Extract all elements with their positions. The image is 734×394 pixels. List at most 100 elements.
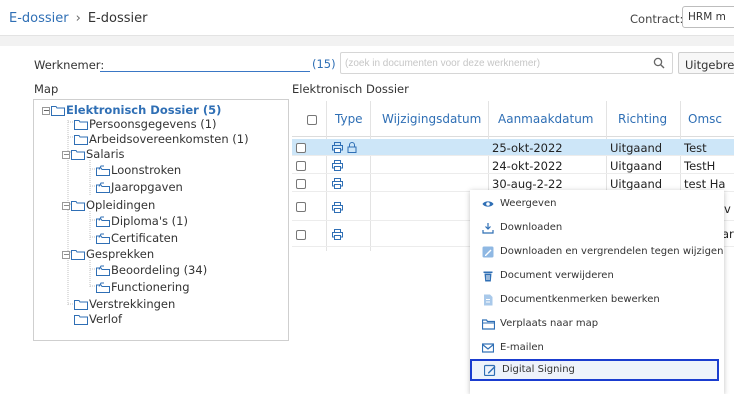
menu-item-label: E-mailen bbox=[500, 342, 544, 353]
menu-item-weergeven[interactable]: Weergeven bbox=[470, 193, 724, 215]
cell-omschrijving: v bbox=[724, 202, 731, 216]
cell-aanmaakdatum: 25-okt-2022 bbox=[492, 141, 563, 155]
trash-icon bbox=[483, 271, 493, 282]
open-folder-icon bbox=[96, 265, 110, 276]
print-icon bbox=[332, 142, 343, 153]
tree-node-label: Functionering bbox=[111, 280, 190, 294]
row-checkbox[interactable] bbox=[296, 161, 306, 171]
tree-node-elektronisch-dossier[interactable]: − Elektronisch Dossier (5) bbox=[42, 103, 221, 118]
folder-tree: − Elektronisch Dossier (5) Persoonsgegeve… bbox=[33, 99, 289, 341]
cell-omschrijving: test Ha bbox=[684, 177, 726, 191]
row-checkbox[interactable] bbox=[296, 179, 306, 189]
folder-icon bbox=[71, 201, 85, 211]
menu-item-downloaden-vergrendelen[interactable]: Downloaden en vergrendelen tegen wijzige… bbox=[470, 241, 724, 263]
breadcrumb-root-link[interactable]: E-dossier bbox=[9, 11, 69, 26]
tree-node-verlof[interactable]: Verlof bbox=[74, 312, 122, 327]
grid-header: Type Wijzigingsdatum Aanmaakdatum Richti… bbox=[292, 101, 734, 137]
dossier-header: Elektronisch Dossier bbox=[292, 82, 409, 96]
document-search-input[interactable] bbox=[340, 52, 673, 74]
table-row[interactable]: 24-okt-2022 Uitgaand TestH bbox=[292, 157, 734, 174]
table-row[interactable]: 25-okt-2022 Uitgaand Test bbox=[292, 139, 734, 156]
cell-aanmaakdatum: 24-okt-2022 bbox=[492, 159, 563, 173]
menu-item-label: Weergeven bbox=[500, 198, 557, 209]
menu-item-documentkenmerken-bewerken[interactable]: Documentkenmerken bewerken bbox=[470, 289, 724, 311]
mail-icon bbox=[482, 343, 494, 353]
column-header-omschrijving[interactable]: Omsc bbox=[688, 112, 722, 126]
tree-node-label: Verlof bbox=[89, 312, 123, 326]
menu-item-digital-signing[interactable]: Digital Signing bbox=[470, 359, 719, 381]
menu-item-downloaden[interactable]: Downloaden bbox=[470, 217, 724, 239]
top-bar: E-dossier › E-dossier Contract: HRM m bbox=[0, 0, 734, 36]
tree-node-diplomas[interactable]: Diploma's (1) bbox=[96, 214, 188, 229]
menu-item-e-mailen[interactable]: E-mailen bbox=[470, 337, 724, 359]
tree-node-label: Jaaropgaven bbox=[111, 180, 183, 194]
row-checkbox[interactable] bbox=[296, 202, 306, 212]
tree-node-opleidingen[interactable]: − Opleidingen bbox=[62, 198, 155, 213]
menu-item-verplaats-naar-map[interactable]: Verplaats naar map bbox=[470, 313, 724, 335]
map-header: Map bbox=[34, 82, 59, 96]
column-header-wijzigingsdatum[interactable]: Wijzigingsdatum bbox=[382, 112, 481, 126]
sign-icon bbox=[484, 364, 496, 376]
contract-select[interactable]: HRM m bbox=[682, 6, 734, 28]
tree-node-label: Certificaten bbox=[111, 231, 179, 245]
folder-icon bbox=[71, 150, 85, 160]
tree-node-loonstroken[interactable]: Loonstroken bbox=[96, 163, 181, 178]
column-header-richting[interactable]: Richting bbox=[618, 112, 667, 126]
werknemer-count: (15) bbox=[312, 57, 336, 71]
breadcrumb-separator: › bbox=[75, 11, 81, 26]
cell-aanmaakdatum: 30-aug-2-22 bbox=[492, 177, 563, 191]
werknemer-select[interactable] bbox=[100, 56, 310, 72]
open-folder-icon bbox=[96, 182, 110, 193]
tree-node-salaris[interactable]: − Salaris bbox=[62, 147, 125, 162]
contract-label: Contract: bbox=[630, 12, 684, 26]
folder-icon bbox=[71, 250, 85, 260]
collapse-toggle-icon[interactable]: − bbox=[62, 250, 70, 259]
tree-node-gesprekken[interactable]: − Gesprekken bbox=[62, 247, 154, 262]
tree-node-label: Arbeidsovereenkomsten (1) bbox=[89, 132, 249, 146]
menu-item-label: Downloaden en vergrendelen tegen wijzige… bbox=[500, 246, 724, 257]
select-all-checkbox[interactable] bbox=[307, 115, 317, 125]
tree-node-verstrekkingen[interactable]: Verstrekkingen bbox=[74, 297, 175, 312]
menu-item-label: Document verwijderen bbox=[500, 270, 614, 281]
werknemer-label: Werknemer: bbox=[34, 58, 105, 72]
menu-item-label: Documentkenmerken bewerken bbox=[500, 294, 660, 305]
tree-node-label: Salaris bbox=[86, 147, 125, 161]
cell-richting: Uitgaand bbox=[610, 159, 663, 173]
menu-item-label: Downloaden bbox=[500, 222, 563, 233]
tree-node-jaaropgaven[interactable]: Jaaropgaven bbox=[96, 180, 183, 195]
download-icon bbox=[482, 223, 494, 234]
folder-icon bbox=[74, 315, 88, 325]
breadcrumb: E-dossier › E-dossier bbox=[9, 11, 147, 26]
breadcrumb-current: E-dossier bbox=[87, 11, 148, 26]
open-folder-icon bbox=[96, 233, 110, 244]
collapse-toggle-icon[interactable]: − bbox=[62, 150, 70, 159]
header-divider-band bbox=[0, 36, 734, 46]
download-lock-icon bbox=[482, 246, 494, 258]
tree-node-arbeidsovereenkomsten[interactable]: Arbeidsovereenkomsten (1) bbox=[74, 132, 249, 147]
row-checkbox[interactable] bbox=[296, 230, 306, 240]
print-icon bbox=[332, 202, 343, 213]
collapse-toggle-icon[interactable]: − bbox=[62, 201, 70, 210]
tree-node-label: Opleidingen bbox=[86, 198, 156, 212]
tree-node-beoordeling[interactable]: Beoordeling (34) bbox=[96, 263, 207, 278]
tree-node-persoonsgegevens[interactable]: Persoonsgegevens (1) bbox=[74, 117, 217, 132]
print-icon bbox=[332, 178, 343, 189]
document-edit-icon bbox=[484, 294, 493, 306]
folder-icon bbox=[74, 135, 88, 145]
menu-item-label: Verplaats naar map bbox=[500, 318, 599, 329]
cell-richting: Uitgaand bbox=[610, 141, 663, 155]
menu-item-document-verwijderen[interactable]: Document verwijderen bbox=[470, 265, 724, 287]
tree-node-label: Beoordeling (34) bbox=[111, 263, 208, 277]
column-header-aanmaakdatum[interactable]: Aanmaakdatum bbox=[498, 112, 593, 126]
menu-item-label: Digital Signing bbox=[502, 364, 575, 375]
tree-node-certificaten[interactable]: Certificaten bbox=[96, 231, 178, 246]
tree-node-functionering[interactable]: Functionering bbox=[96, 280, 190, 295]
uitgebreid-button[interactable]: Uitgebre bbox=[678, 52, 734, 74]
row-checkbox[interactable] bbox=[296, 143, 306, 153]
collapse-toggle-icon[interactable]: − bbox=[42, 106, 50, 115]
folder-icon bbox=[74, 120, 88, 130]
column-header-type[interactable]: Type bbox=[335, 112, 363, 126]
open-folder-icon bbox=[96, 216, 110, 227]
search-icon[interactable] bbox=[653, 57, 665, 69]
tree-node-label: Gesprekken bbox=[86, 247, 155, 261]
